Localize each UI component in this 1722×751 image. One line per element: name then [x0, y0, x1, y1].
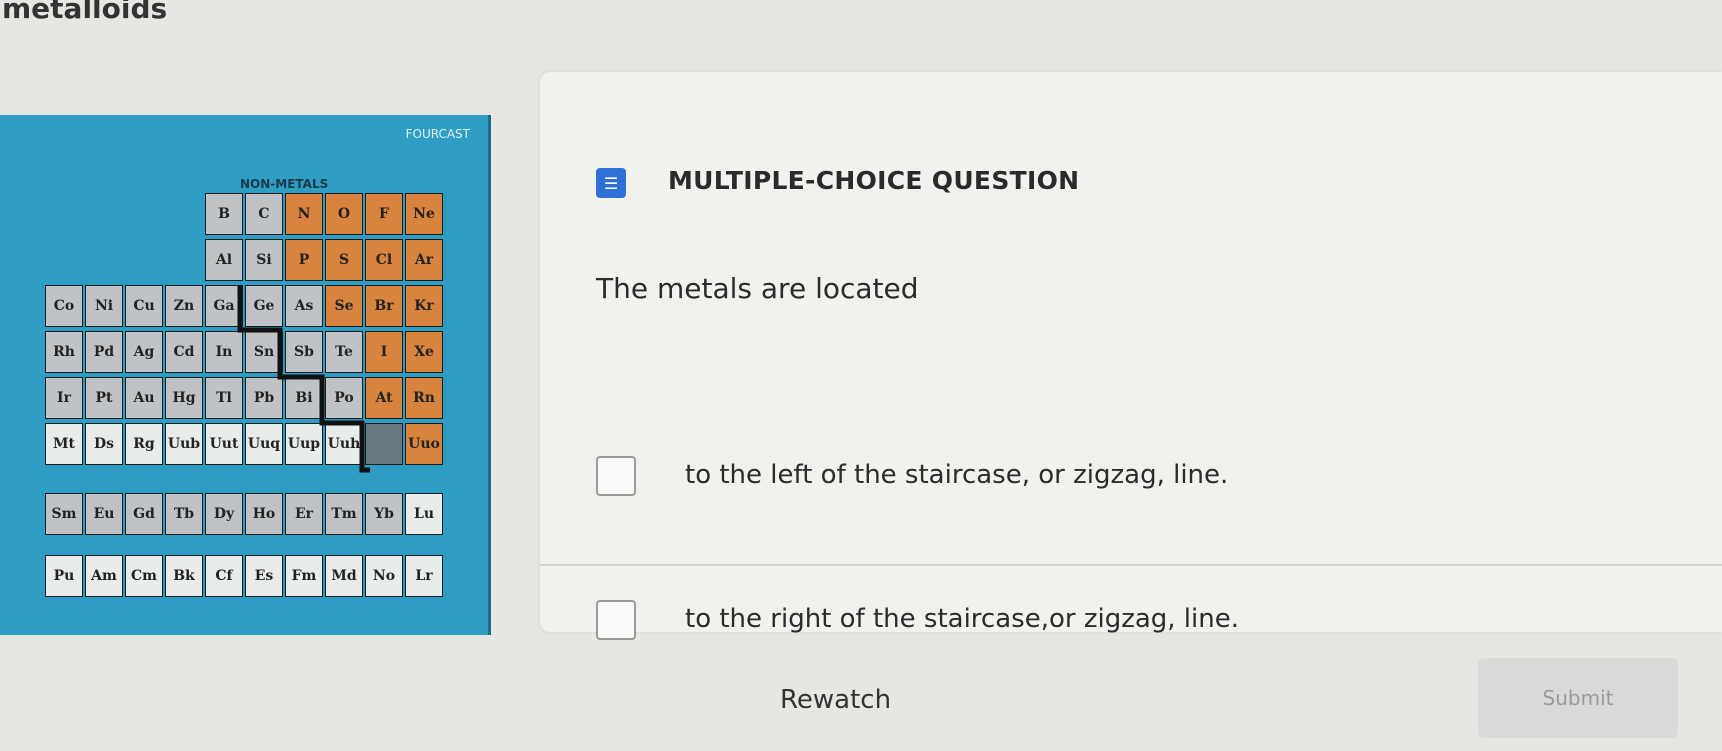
element-cell: B: [205, 193, 243, 235]
element-cell: Se: [325, 285, 363, 327]
element-cell: [365, 423, 403, 465]
element-cell: Uub: [165, 423, 203, 465]
element-cell: Uuo: [405, 423, 443, 465]
nonmetals-label: NON-METALS: [240, 177, 329, 191]
element-cell: Cd: [165, 331, 203, 373]
element-cell: As: [285, 285, 323, 327]
element-cell: Ni: [85, 285, 123, 327]
element-cell: Te: [325, 331, 363, 373]
element-cell: Pt: [85, 377, 123, 419]
element-cell: N: [285, 193, 323, 235]
element-cell: In: [205, 331, 243, 373]
answer-option-label: to the left of the staircase, or zigzag,…: [685, 460, 1229, 490]
element-cell: O: [325, 193, 363, 235]
element-cell: Pd: [85, 331, 123, 373]
element-cell: Lu: [405, 493, 443, 535]
element-cell: Si: [245, 239, 283, 281]
element-cell: Au: [125, 377, 163, 419]
element-cell: Er: [285, 493, 323, 535]
element-cell: F: [365, 193, 403, 235]
element-cell: Tm: [325, 493, 363, 535]
question-text: The metals are located: [596, 272, 919, 305]
element-cell: Gd: [125, 493, 163, 535]
list-icon: ☰: [596, 168, 626, 198]
element-cell: Cf: [205, 555, 243, 597]
element-cell: Dy: [205, 493, 243, 535]
element-cell: Sb: [285, 331, 323, 373]
element-cell: Uut: [205, 423, 243, 465]
element-cell: S: [325, 239, 363, 281]
page-title: metalloids: [2, 0, 168, 25]
element-cell: Pb: [245, 377, 283, 419]
element-cell: Am: [85, 555, 123, 597]
answer-checkbox-left[interactable]: [596, 456, 636, 496]
element-cell: Pu: [45, 555, 83, 597]
answer-checkbox-right[interactable]: [596, 600, 636, 640]
element-cell: Sm: [45, 493, 83, 535]
element-cell: Eu: [85, 493, 123, 535]
element-cell: Br: [365, 285, 403, 327]
element-cell: Ga: [205, 285, 243, 327]
element-cell: Ne: [405, 193, 443, 235]
element-cell: Md: [325, 555, 363, 597]
element-cell: Ar: [405, 239, 443, 281]
element-cell: C: [245, 193, 283, 235]
element-cell: Cm: [125, 555, 163, 597]
rewatch-button[interactable]: Rewatch: [780, 685, 891, 715]
element-cell: Es: [245, 555, 283, 597]
element-cell: Al: [205, 239, 243, 281]
element-cell: Po: [325, 377, 363, 419]
element-cell: Uup: [285, 423, 323, 465]
element-cell: Sn: [245, 331, 283, 373]
element-cell: Ge: [245, 285, 283, 327]
element-cell: Rg: [125, 423, 163, 465]
element-cell: Rh: [45, 331, 83, 373]
element-cell: Fm: [285, 555, 323, 597]
element-cell: Bk: [165, 555, 203, 597]
question-type-label: MULTIPLE-CHOICE QUESTION: [668, 166, 1080, 195]
element-cell: Cl: [365, 239, 403, 281]
element-cell: Ag: [125, 331, 163, 373]
element-cell: Tb: [165, 493, 203, 535]
element-cell: Yb: [365, 493, 403, 535]
element-cell: Kr: [405, 285, 443, 327]
element-cell: Rn: [405, 377, 443, 419]
element-cell: Uuh: [325, 423, 363, 465]
element-cell: I: [365, 331, 403, 373]
answer-option-left[interactable]: to the left of the staircase, or zigzag,…: [540, 422, 1722, 532]
element-cell: Zn: [165, 285, 203, 327]
element-cell: Co: [45, 285, 83, 327]
element-cell: At: [365, 377, 403, 419]
periodic-table-image: FOURCAST NON-METALS B C N O F Ne Al Si P S Cl Ar Co N…: [0, 115, 491, 635]
element-cell: Lr: [405, 555, 443, 597]
element-cell: Cu: [125, 285, 163, 327]
element-cell: Ho: [245, 493, 283, 535]
element-cell: Uuq: [245, 423, 283, 465]
question-card: ☰ MULTIPLE-CHOICE QUESTION The metals ar…: [540, 72, 1722, 640]
answer-option-label: to the right of the staircase,or zigzag,…: [685, 604, 1239, 634]
element-cell: Bi: [285, 377, 323, 419]
element-cell: Tl: [205, 377, 243, 419]
image-brand: FOURCAST: [405, 127, 470, 141]
element-cell: Ds: [85, 423, 123, 465]
submit-button[interactable]: Submit: [1478, 658, 1678, 738]
element-cell: Mt: [45, 423, 83, 465]
element-cell: No: [365, 555, 403, 597]
element-cell: P: [285, 239, 323, 281]
element-cell: Ir: [45, 377, 83, 419]
element-cell: Hg: [165, 377, 203, 419]
element-cell: Xe: [405, 331, 443, 373]
